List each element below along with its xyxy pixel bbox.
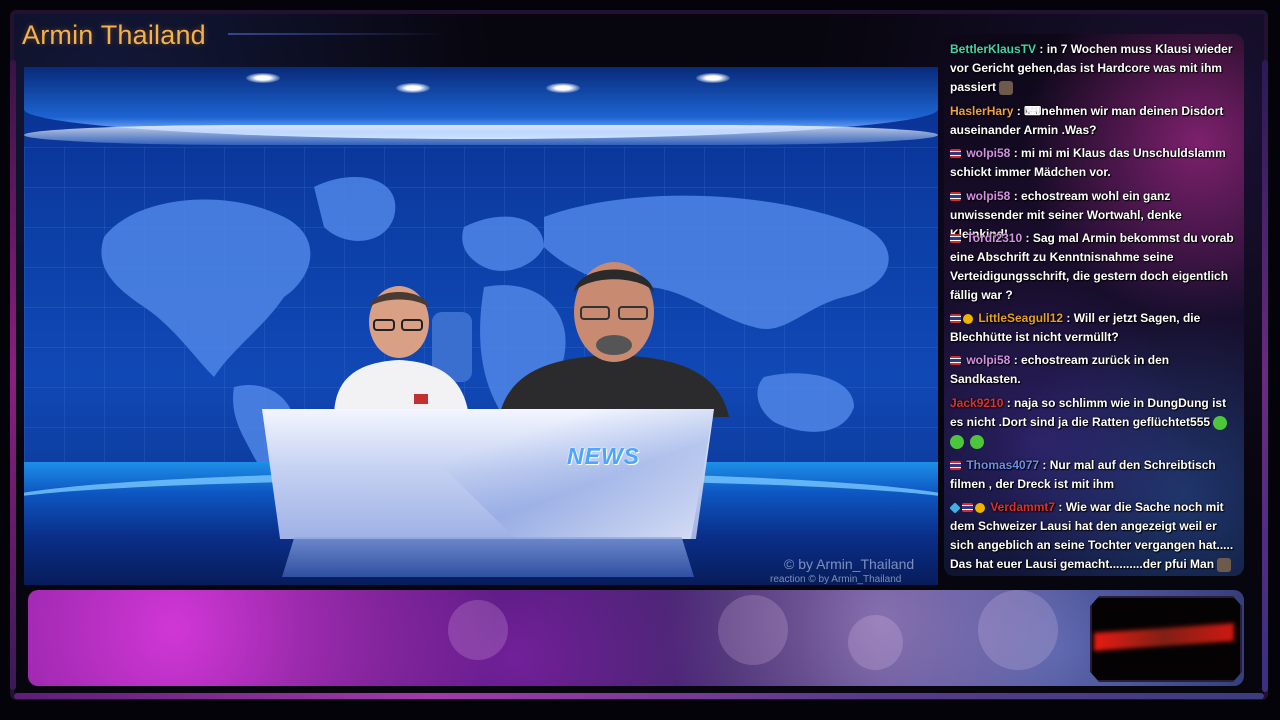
chat-message: Tordi2310 : Sag mal Armin bekommst du vo… bbox=[950, 229, 1242, 305]
presenter-right bbox=[499, 262, 729, 417]
channel-title: Armin Thailand bbox=[22, 20, 206, 50]
video-watermark-small: reaction © by Armin_Thailand bbox=[770, 574, 902, 585]
chat-message: wolpi58 : mi mi mi Klaus das Unschuldsla… bbox=[950, 144, 1242, 182]
frame-edge-bottom bbox=[14, 693, 1264, 699]
chat-username: wolpi58 bbox=[966, 146, 1011, 160]
chat-username: Thomas4077 bbox=[966, 458, 1040, 472]
gold-badge-icon bbox=[975, 502, 985, 513]
bokeh-light bbox=[848, 615, 903, 670]
ceiling-spotlight bbox=[396, 83, 430, 93]
ceiling-light-band bbox=[24, 125, 938, 145]
face-emote-icon bbox=[999, 80, 1014, 95]
bottom-banner bbox=[28, 590, 1244, 686]
chat-panel: BettlerKlausTV : in 7 Wochen muss Klausi… bbox=[944, 34, 1244, 576]
bokeh-light bbox=[978, 590, 1058, 670]
frog-emote-icon bbox=[950, 434, 964, 449]
chat-username: BettlerKlausTV bbox=[950, 42, 1037, 56]
chat-username: Jack9210 bbox=[950, 396, 1004, 410]
flag-badge-icon bbox=[962, 503, 973, 513]
news-desk-reflection bbox=[282, 537, 694, 577]
chat-message: LittleSeagull12 : Will er jetzt Sagen, d… bbox=[950, 309, 1242, 347]
ceiling-spotlight bbox=[546, 83, 580, 93]
chat-username: HaslerHary bbox=[950, 104, 1014, 118]
frog-emote-icon bbox=[1213, 415, 1228, 430]
gem-badge-icon bbox=[949, 502, 961, 514]
video-watermark: © by Armin_Thailand bbox=[784, 556, 915, 572]
frog-emote-icon bbox=[970, 434, 984, 449]
bokeh-light bbox=[448, 600, 508, 660]
chat-message: BettlerKlausTV : in 7 Wochen muss Klausi… bbox=[950, 40, 1242, 97]
frame-edge-right bbox=[1262, 60, 1268, 692]
flag-badge-icon bbox=[950, 314, 961, 324]
chat-username: wolpi58 bbox=[966, 189, 1011, 203]
chat-message: Jack9210 : naja so schlimm wie in DungDu… bbox=[950, 394, 1242, 451]
flag-badge-icon bbox=[950, 461, 961, 471]
gold-badge-icon bbox=[963, 313, 973, 324]
frame-edge-left bbox=[10, 60, 16, 690]
chat-username: LittleSeagull12 bbox=[978, 311, 1064, 325]
chat-username: wolpi58 bbox=[966, 353, 1011, 367]
flag-badge-icon bbox=[950, 192, 961, 202]
flag-badge-icon bbox=[950, 234, 961, 244]
title-underline bbox=[228, 33, 448, 35]
face-emote-icon bbox=[1217, 557, 1232, 572]
presenter-left bbox=[334, 286, 472, 417]
chat-username: Tordi2310 bbox=[966, 231, 1023, 245]
chat-message: HaslerHary : ⌨nehmen wir man deinen Disd… bbox=[950, 102, 1242, 140]
bokeh-light bbox=[718, 595, 788, 665]
chat-message: Verdammt7 : Wie war die Sache noch mit d… bbox=[949, 498, 1242, 574]
flag-badge-icon bbox=[950, 149, 961, 159]
chat-message: Thomas4077 : Nur mal auf den Schreibtisc… bbox=[950, 456, 1242, 494]
flag-badge-icon bbox=[950, 356, 961, 366]
ceiling-spotlight bbox=[246, 73, 280, 83]
desk-news-label: NEWS bbox=[567, 443, 640, 469]
chat-message: wolpi58 : echostream zurück in den Sandk… bbox=[950, 351, 1242, 389]
stream-video[interactable]: NEWS © by Armin_Thailand reaction © by A… bbox=[24, 67, 938, 585]
ceiling-spotlight bbox=[696, 73, 730, 83]
chat-username: Verdammt7 bbox=[990, 500, 1056, 514]
